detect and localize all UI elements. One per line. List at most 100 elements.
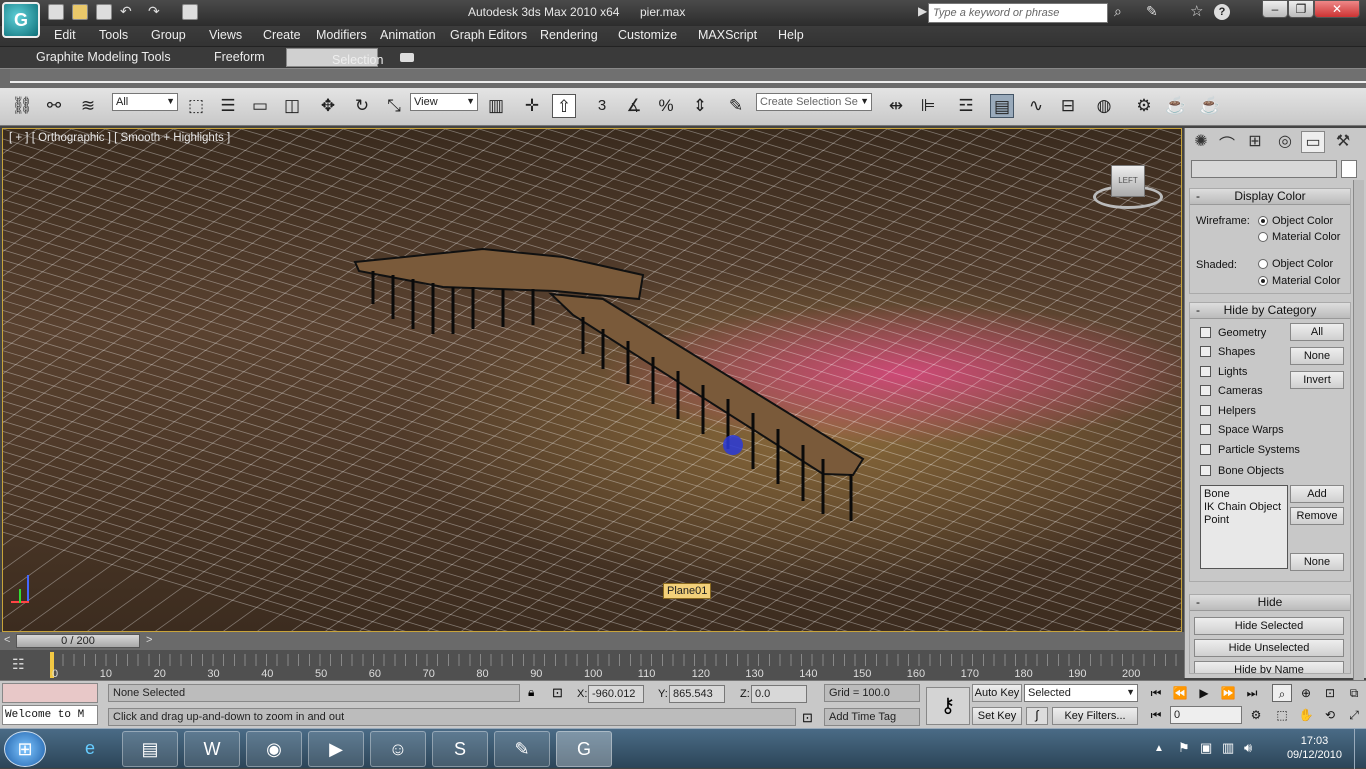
play-icon[interactable]: ▶ [1194,684,1214,702]
hide-selected-button[interactable]: Hide Selected [1194,617,1344,635]
tab-freeform[interactable]: Freeform [214,50,265,64]
tray-app-icon[interactable]: ▣ [1200,740,1212,756]
tray-expand-icon[interactable]: ▲ [1154,743,1164,754]
open-file-icon[interactable] [72,4,88,20]
selection-lock-icon[interactable]: 🔒︎ [528,685,534,700]
select-and-link-icon[interactable]: ⛓ [10,94,34,118]
tab-graphite-modeling-tools[interactable]: Graphite Modeling Tools [36,50,171,64]
maxscript-output[interactable]: Welcome to M [2,705,98,725]
x-coordinate-field[interactable]: -960.012 [588,685,644,703]
menu-customize[interactable]: Customize [618,28,677,42]
zoom-extents-icon[interactable]: ⊡ [1320,684,1340,702]
skype-icon[interactable]: S [432,731,488,767]
list-item[interactable]: Bone [1204,488,1284,501]
command-panel-scrollbar[interactable] [1353,180,1364,680]
key-filters-button[interactable]: Key Filters... [1052,707,1138,725]
volume-icon[interactable]: 🔊︎ [1244,740,1252,756]
new-file-icon[interactable] [48,4,64,20]
schematic-view-icon[interactable]: ⊟ [1056,94,1080,118]
object-name-field[interactable] [1191,160,1337,178]
object-color-swatch[interactable] [1341,160,1357,178]
maximize-viewport-icon[interactable]: ⤢ [1344,706,1364,724]
unlink-selection-icon[interactable]: ⚯ [42,94,66,118]
set-key-button[interactable]: Set Key [972,707,1022,725]
select-by-name-icon[interactable]: ☰ [216,94,240,118]
none-button[interactable]: None [1290,347,1344,365]
search-input[interactable]: Type a keyword or phrase [928,3,1108,23]
selection-filter-dropdown[interactable]: All [112,93,178,111]
checkbox-helpers[interactable] [1200,405,1211,416]
add-button[interactable]: Add [1290,485,1344,503]
communication-center-icon[interactable]: ✎ [1146,3,1158,20]
keyboard-shortcut-override-icon[interactable]: ⇧ [552,94,576,118]
zoom-extents-all-icon[interactable]: ⧉ [1344,684,1364,702]
mirror-icon[interactable]: ⇹ [884,94,908,118]
time-slider-next-icon[interactable]: > [146,634,152,646]
wireframe-material-color-radio[interactable] [1258,232,1268,242]
select-and-rotate-icon[interactable]: ↻ [350,94,374,118]
track-bar[interactable]: ☷ 0 10 20 30 40 50 60 70 80 90 100 110 120 130 140 150 1… [0,650,1184,680]
favorites-icon[interactable]: ☆ [1190,2,1203,20]
checkbox-particle-systems[interactable] [1200,444,1211,455]
named-selection-sets-dropdown[interactable]: Create Selection Se [756,93,872,111]
time-slider-prev-icon[interactable]: < [4,634,10,646]
minimize-button[interactable]: ‒ [1262,0,1288,18]
absolute-mode-icon[interactable]: ⊡ [552,685,563,701]
add-time-tag[interactable]: Add Time Tag [824,708,920,726]
menu-modifiers[interactable]: Modifiers [316,28,367,42]
material-editor-icon[interactable]: ◍ [1092,94,1116,118]
current-frame-field[interactable]: 0 [1170,706,1242,724]
system-clock[interactable]: 17:03 09/12/2010 [1287,734,1342,762]
search-binoculars-icon[interactable]: ⌕ [1114,3,1122,20]
pan-view-icon[interactable]: ✋ [1296,706,1316,724]
align-icon[interactable]: ⊫ [916,94,940,118]
menu-graph-editors[interactable]: Graph Editors [450,28,527,42]
viewcube-face[interactable]: LEFT [1111,165,1145,197]
hide-by-category-header[interactable]: - Hide by Category [1190,303,1350,319]
undo-icon[interactable]: ↶ [120,4,136,20]
set-key-mode-icon[interactable]: ⚷ [926,687,970,725]
app-logo-icon[interactable]: G [2,2,40,38]
menu-animation[interactable]: Animation [380,28,436,42]
checkbox-cameras[interactable] [1200,385,1211,396]
internet-explorer-icon[interactable]: e [62,731,118,767]
select-and-manipulate-icon[interactable]: ✛ [520,94,544,118]
render-setup-icon[interactable]: ⚙ [1132,94,1156,118]
paint-icon[interactable]: ✎ [494,731,550,767]
windows-explorer-icon[interactable]: ▤ [122,731,178,767]
search-expand-icon[interactable]: ▶ [918,4,927,18]
menu-create[interactable]: Create [263,28,301,42]
curve-editor-icon[interactable]: ∿ [1024,94,1048,118]
menu-tools[interactable]: Tools [99,28,128,42]
redo-icon[interactable]: ↷ [148,4,164,20]
mini-curve-editor-icon[interactable]: ☷ [12,656,25,673]
zoom-region-icon[interactable]: ⬚ [1272,706,1292,724]
utilities-panel-icon[interactable]: ⚒ [1331,131,1355,153]
messenger-icon[interactable]: ☺ [370,731,426,767]
tab-selection[interactable]: Selection [286,48,383,67]
viewport-orthographic[interactable]: [ + ] [ Orthographic ] [ Smooth + Highli… [2,128,1182,632]
pivot-center-icon[interactable]: ▥ [484,94,508,118]
wireframe-object-color-radio[interactable] [1258,216,1268,226]
ribbon-options-icon[interactable] [400,53,414,62]
rectangular-selection-icon[interactable]: ▭ [248,94,272,118]
action-center-icon[interactable]: ⚑ [1178,740,1190,756]
z-coordinate-field[interactable]: 0.0 [751,685,807,703]
snaps-toggle-icon[interactable]: 3 [590,94,614,118]
go-to-start-icon[interactable]: ⏮ [1146,684,1166,702]
firefox-icon[interactable]: ◉ [246,731,302,767]
key-mode-dropdown[interactable]: Selected [1024,684,1138,702]
3ds-max-taskbar-icon[interactable]: G [556,731,612,767]
invert-button[interactable]: Invert [1290,371,1344,389]
list-item[interactable]: Point [1204,514,1284,527]
none-list-button[interactable]: None [1290,553,1344,571]
time-slider-thumb[interactable]: 0 / 200 [16,634,140,648]
time-slider[interactable]: < 0 / 200 > [0,632,1184,650]
menu-edit[interactable]: Edit [54,28,76,42]
create-panel-icon[interactable]: ✺ [1189,131,1213,153]
list-item[interactable]: IK Chain Object [1204,501,1284,514]
next-frame-icon[interactable]: ⏩ [1218,684,1238,702]
checkbox-bone-objects[interactable] [1200,465,1211,476]
viewport-label[interactable]: [ + ] [ Orthographic ] [ Smooth + Highli… [9,132,230,144]
select-and-move-icon[interactable]: ✥ [316,94,340,118]
